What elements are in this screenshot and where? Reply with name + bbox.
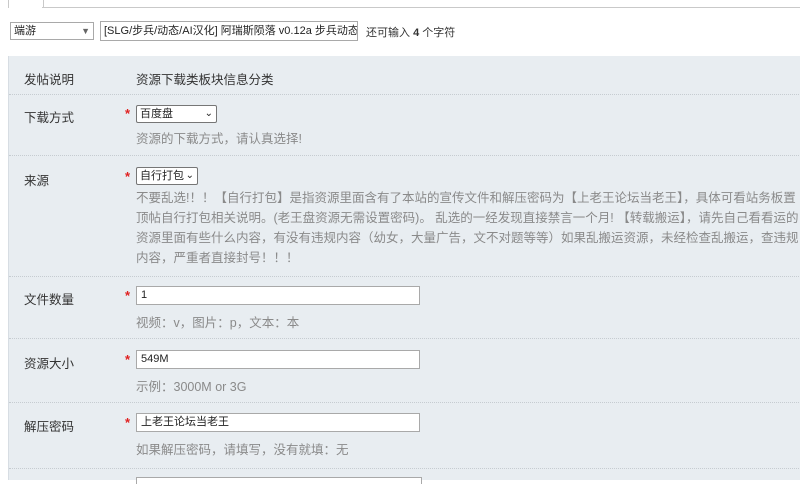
file-count-hint: 视频：v，图片：p，文本：本: [136, 316, 300, 330]
required-mark: *: [125, 106, 131, 121]
form-panel: 发帖说明 资源下载类板块信息分类 下载方式 * 百度盘 ⌄ 资源的下载方式，请认…: [8, 56, 800, 484]
download-row: 下载方式 * 百度盘 ⌄ 资源的下载方式，请认真选择!: [9, 95, 800, 156]
subject-row: 端游 ▼ [SLG/步兵/动态/AI汉化] 阿瑞斯陨落 v0.12a 步兵动态A…: [0, 20, 800, 44]
size-label: 资源大小: [24, 357, 75, 371]
intro-label: 发帖说明: [24, 73, 75, 87]
source-value: 自行打包: [140, 170, 184, 182]
remaining-suffix: 个字符: [422, 27, 456, 39]
required-mark: *: [125, 288, 131, 303]
download-method-select[interactable]: 百度盘 ⌄: [136, 105, 217, 123]
intro-text: 资源下载类板块信息分类: [136, 73, 274, 87]
tab-divider: [42, 7, 800, 8]
file-count-label: 文件数量: [24, 293, 75, 307]
chevron-down-icon: ⌄: [204, 108, 213, 119]
required-mark: *: [125, 352, 131, 367]
size-hint: 示例：3000M or 3G: [136, 380, 247, 394]
remaining-chars: 还可输入 4 个字符: [366, 24, 455, 40]
size-input[interactable]: 549M: [136, 350, 420, 369]
tab-active[interactable]: [8, 0, 44, 8]
next-input-partial[interactable]: [136, 477, 422, 484]
source-row: 来源 * 自行打包 ⌄ 不要乱选!！！【自行打包】是指资源里面含有了本站的宣传文…: [9, 156, 800, 277]
source-label: 来源: [24, 174, 50, 188]
remaining-prefix: 还可输入: [366, 27, 410, 39]
password-input[interactable]: 上老王论坛当老王: [136, 413, 420, 432]
chevron-down-icon: ⌄: [185, 170, 194, 181]
source-select[interactable]: 自行打包 ⌄: [136, 167, 198, 185]
password-row: 解压密码 * 上老王论坛当老王 如果解压密码，请填写，没有就填：无: [9, 403, 800, 469]
intro-row: 发帖说明 资源下载类板块信息分类: [9, 56, 800, 95]
download-method-value: 百度盘: [140, 108, 173, 120]
required-mark: *: [125, 169, 131, 184]
download-hint: 资源的下载方式，请认真选择!: [136, 132, 302, 146]
thread-type-value: 端游: [14, 25, 36, 37]
thread-type-select[interactable]: 端游 ▼: [10, 22, 94, 40]
tab-strip: [0, 0, 800, 8]
chevron-down-icon: ▼: [81, 26, 90, 36]
required-mark: *: [125, 415, 131, 430]
file-count-row: 文件数量 * 1 视频：v，图片：p，文本：本: [9, 277, 800, 339]
size-row: 资源大小 * 549M 示例：3000M or 3G: [9, 339, 800, 403]
subject-title-input[interactable]: [SLG/步兵/动态/AI汉化] 阿瑞斯陨落 v0.12a 步兵动态AI汉: [100, 21, 358, 41]
download-label: 下载方式: [24, 111, 75, 125]
file-count-input[interactable]: 1: [136, 286, 420, 305]
password-hint: 如果解压密码，请填写，没有就填：无: [136, 443, 349, 457]
remaining-count: 4: [413, 27, 420, 39]
password-label: 解压密码: [24, 420, 75, 434]
source-hint: 不要乱选!！！【自行打包】是指资源里面含有了本站的宣传文件和解压密码为【上老王论…: [136, 191, 799, 265]
